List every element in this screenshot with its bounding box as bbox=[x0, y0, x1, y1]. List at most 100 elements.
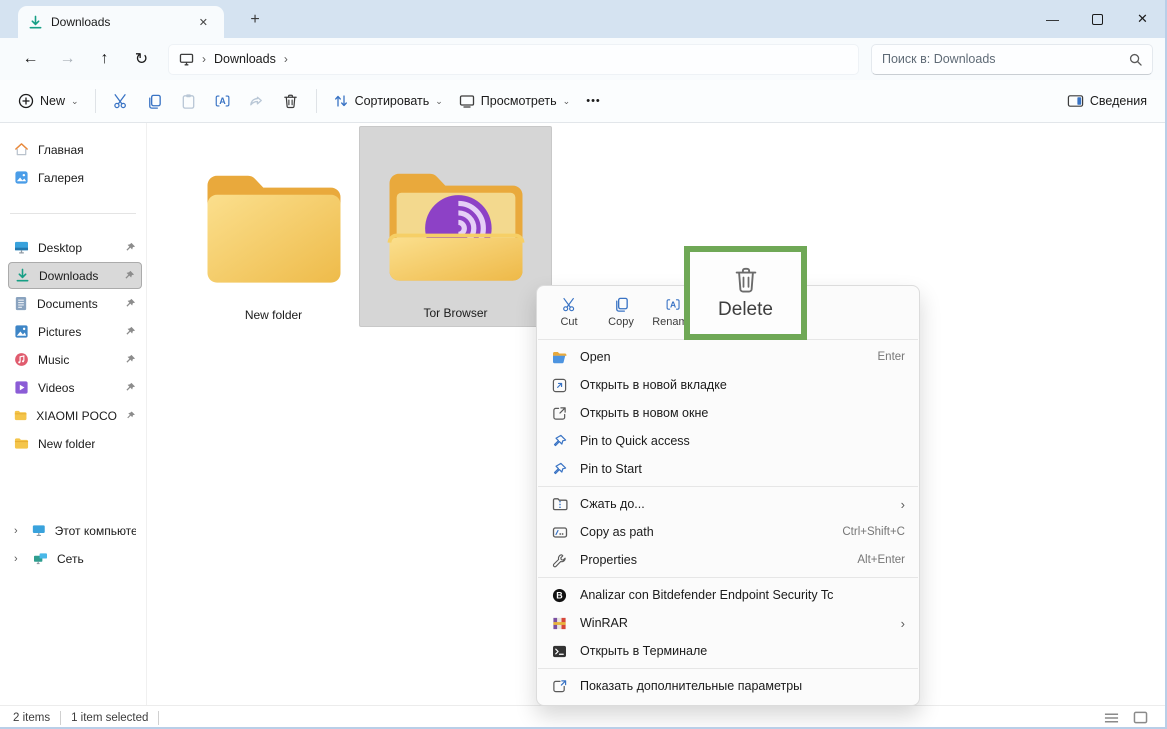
sidebar-item-gallery[interactable]: Галерея bbox=[8, 164, 142, 191]
rename-button[interactable]: A bbox=[206, 85, 240, 117]
delete-highlight-callout[interactable]: Delete bbox=[684, 246, 807, 340]
cut-button[interactable] bbox=[104, 85, 138, 117]
view-icon bbox=[459, 94, 475, 108]
menu-item-properties[interactable]: Properties Alt+Enter bbox=[537, 546, 919, 574]
document-icon bbox=[14, 296, 28, 311]
file-tile-tor-browser[interactable]: Tor Browser bbox=[359, 126, 552, 327]
download-icon bbox=[15, 268, 30, 283]
search-box[interactable] bbox=[871, 44, 1153, 75]
menu-item-open[interactable]: Open Enter bbox=[537, 343, 919, 371]
chevron-right-icon[interactable]: › bbox=[14, 525, 23, 537]
copy-path-icon bbox=[552, 526, 568, 539]
menu-item-open-new-tab[interactable]: Открыть в новой вкладке bbox=[537, 371, 919, 399]
show-more-icon bbox=[552, 679, 567, 694]
delete-label: Delete bbox=[718, 299, 773, 321]
sidebar-item-desktop[interactable]: Desktop bbox=[8, 234, 142, 261]
breadcrumb-folder[interactable]: Downloads bbox=[214, 52, 276, 66]
this-pc-icon bbox=[32, 524, 46, 537]
chevron-down-icon: ⌄ bbox=[71, 96, 79, 107]
trash-icon bbox=[282, 93, 299, 110]
menu-item-open-terminal[interactable]: Открыть в Терминале bbox=[537, 637, 919, 665]
menu-item-label: Open bbox=[580, 350, 866, 364]
copy-button[interactable] bbox=[138, 85, 172, 117]
forward-button: → bbox=[49, 43, 86, 75]
breadcrumb-separator: › bbox=[202, 52, 206, 66]
menu-item-copy-as-path[interactable]: Copy as path Ctrl+Shift+C bbox=[537, 518, 919, 546]
sidebar-label: Videos bbox=[38, 381, 74, 395]
status-divider bbox=[60, 711, 61, 725]
chevron-right-icon[interactable]: › bbox=[14, 553, 24, 565]
breadcrumb-separator[interactable]: › bbox=[284, 52, 288, 66]
sidebar-item-videos[interactable]: Videos bbox=[8, 374, 142, 401]
menu-item-compress[interactable]: Сжать до... › bbox=[537, 490, 919, 518]
sidebar-item-documents[interactable]: Documents bbox=[8, 290, 142, 317]
up-button[interactable]: ↑ bbox=[86, 43, 123, 75]
sidebar-item-new-folder[interactable]: New folder bbox=[8, 430, 142, 457]
menu-item-pin-quick-access[interactable]: Pin to Quick access bbox=[537, 427, 919, 455]
svg-text:B: B bbox=[556, 590, 563, 600]
back-button[interactable]: ← bbox=[12, 43, 49, 75]
delete-button[interactable] bbox=[274, 85, 308, 117]
details-pane-button[interactable]: Сведения bbox=[1059, 88, 1155, 114]
sidebar-label: Documents bbox=[37, 297, 98, 311]
svg-text:A: A bbox=[219, 96, 226, 106]
terminal-icon bbox=[552, 645, 567, 658]
tab-downloads[interactable]: Downloads ✕ bbox=[18, 6, 224, 38]
sort-icon bbox=[333, 93, 349, 109]
sidebar-item-this-pc[interactable]: › Этот компьютер bbox=[8, 517, 142, 544]
file-tile-new-folder[interactable]: New folder bbox=[177, 127, 370, 328]
pin-icon bbox=[552, 434, 567, 449]
menu-divider bbox=[538, 486, 918, 487]
items-count: 2 items bbox=[13, 712, 50, 724]
chevron-down-icon: ⌄ bbox=[435, 96, 443, 107]
toolbar-divider bbox=[316, 89, 317, 113]
file-name[interactable]: Tor Browser bbox=[423, 306, 487, 320]
breadcrumb[interactable]: › Downloads › bbox=[168, 44, 859, 75]
refresh-button[interactable]: ↻ bbox=[123, 43, 160, 75]
tab-close-icon[interactable]: ✕ bbox=[193, 14, 214, 31]
menu-item-open-new-window[interactable]: Открыть в новом окне bbox=[537, 399, 919, 427]
menu-item-bitdefender[interactable]: B Analizar con Bitdefender Endpoint Secu… bbox=[537, 581, 919, 609]
submenu-chevron-icon: › bbox=[901, 616, 905, 631]
maximize-button[interactable] bbox=[1075, 0, 1120, 38]
sort-label: Сортировать bbox=[355, 94, 430, 108]
more-options-button[interactable]: ••• bbox=[578, 89, 609, 113]
new-tab-button[interactable]: + bbox=[243, 11, 267, 29]
home-icon bbox=[14, 142, 29, 157]
search-input[interactable] bbox=[882, 52, 1129, 66]
minimize-button[interactable]: — bbox=[1030, 0, 1075, 38]
cut-icon bbox=[561, 296, 578, 313]
status-divider bbox=[158, 711, 159, 725]
list-view-icon[interactable] bbox=[1104, 712, 1119, 724]
cut-icon bbox=[112, 92, 130, 110]
view-button[interactable]: Просмотреть ⌄ bbox=[451, 88, 578, 114]
sidebar-item-home[interactable]: Главная bbox=[8, 136, 142, 163]
large-icons-view-icon[interactable] bbox=[1133, 711, 1148, 724]
menu-item-show-more-options[interactable]: Показать дополнительные параметры bbox=[537, 672, 919, 700]
action-label: Cut bbox=[560, 316, 577, 328]
sort-button[interactable]: Сортировать ⌄ bbox=[325, 87, 451, 115]
sidebar-item-xiaomi[interactable]: XIAOMI POCO F bbox=[8, 402, 142, 429]
file-explorer-window: Downloads ✕ + — ✕ ← → ↑ ↻ › Downloads › bbox=[0, 0, 1167, 729]
pin-icon bbox=[124, 270, 135, 281]
title-bar: Downloads ✕ + — ✕ bbox=[0, 0, 1165, 38]
menu-item-pin-start[interactable]: Pin to Start bbox=[537, 455, 919, 483]
close-button[interactable]: ✕ bbox=[1120, 0, 1165, 38]
sidebar-item-downloads[interactable]: Downloads bbox=[8, 262, 142, 289]
plus-circle-icon bbox=[18, 93, 34, 109]
new-label: New bbox=[40, 94, 65, 108]
share-button bbox=[240, 85, 274, 117]
sidebar-item-music[interactable]: Music bbox=[8, 346, 142, 373]
submenu-chevron-icon: › bbox=[901, 497, 905, 512]
menu-item-winrar[interactable]: WinRAR › bbox=[537, 609, 919, 637]
new-button[interactable]: New ⌄ bbox=[10, 87, 87, 115]
sidebar-label: Галерея bbox=[38, 171, 84, 185]
copy-action[interactable]: Copy bbox=[595, 293, 647, 331]
sidebar-item-network[interactable]: › Сеть bbox=[8, 545, 142, 572]
cut-action[interactable]: Cut bbox=[543, 293, 595, 331]
sidebar-item-pictures[interactable]: Pictures bbox=[8, 318, 142, 345]
file-name[interactable]: New folder bbox=[245, 308, 302, 322]
menu-shortcut: Enter bbox=[878, 351, 906, 363]
sidebar-label: New folder bbox=[38, 437, 95, 451]
pin-icon bbox=[125, 354, 136, 365]
